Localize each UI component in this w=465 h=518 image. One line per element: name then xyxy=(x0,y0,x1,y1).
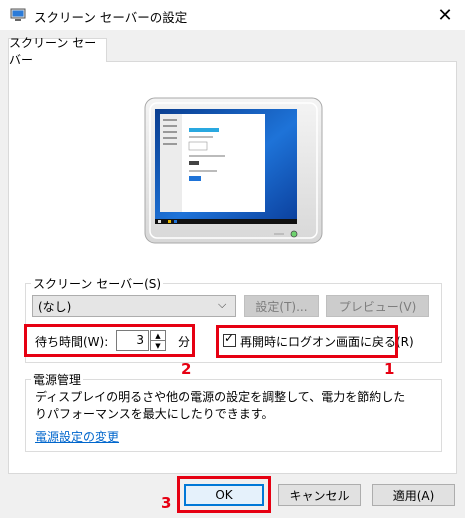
screensaver-selected-value: (なし) xyxy=(38,300,72,314)
settings-button[interactable]: 設定(T)... xyxy=(244,295,319,317)
monitor-preview xyxy=(144,97,323,244)
apply-button[interactable]: 適用(A) xyxy=(372,484,455,506)
close-icon: ✕ xyxy=(437,4,453,26)
highlight-wait-time xyxy=(24,324,195,357)
annotation-number-3: 3 xyxy=(161,494,172,512)
power-group-label: 電源管理 xyxy=(31,371,84,388)
annotation-number-2: 2 xyxy=(181,360,192,378)
highlight-logon-checkbox xyxy=(216,325,398,358)
cancel-button[interactable]: キャンセル xyxy=(278,484,361,506)
chevron-down-icon[interactable]: ⌵ xyxy=(218,298,226,312)
preview-button[interactable]: プレビュー(V) xyxy=(326,295,429,317)
power-description: ディスプレイの明るさや他の電源の設定を調整して、電力を節約したりパフォーマンスを… xyxy=(35,390,406,421)
screensaver-app-icon xyxy=(10,8,26,22)
window-title: スクリーン セーバーの設定 xyxy=(34,10,188,25)
tab-screensaver[interactable]: スクリーン セーバー xyxy=(8,36,107,67)
power-settings-link[interactable]: 電源設定の変更 xyxy=(35,428,119,445)
highlight-ok-button xyxy=(177,476,271,513)
screensaver-group-label: スクリーン セーバー(S) xyxy=(31,275,164,292)
close-button[interactable]: ✕ xyxy=(425,0,465,30)
annotation-number-1: 1 xyxy=(384,360,395,378)
